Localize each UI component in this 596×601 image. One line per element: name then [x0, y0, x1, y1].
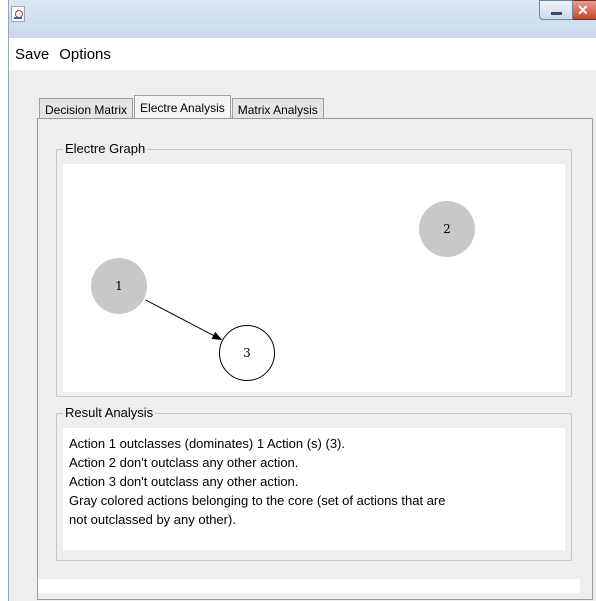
result-line: Action 3 don't outclass any other action… — [69, 474, 299, 489]
close-icon: ✕ — [577, 2, 589, 18]
menu-save[interactable]: Save — [13, 44, 51, 65]
menu-bar: Save Options — [9, 38, 596, 70]
tab-matrix-analysis[interactable]: Matrix Analysis — [231, 98, 324, 120]
menu-options[interactable]: Options — [57, 44, 113, 65]
edge-1-to-3 — [145, 299, 223, 341]
close-button[interactable]: ✕ — [573, 0, 596, 20]
result-line: Action 1 outclasses (dominates) 1 Action… — [69, 436, 346, 451]
result-analysis-group: Result Analysis Action 1 outclasses (dom… — [56, 405, 572, 561]
window-controls: ✕ — [539, 0, 596, 22]
result-analysis-title: Result Analysis — [63, 405, 156, 420]
result-analysis-text[interactable]: Action 1 outclasses (dominates) 1 Action… — [63, 428, 565, 550]
tab-strip: Decision Matrix Electre Analysis Matrix … — [39, 94, 325, 120]
electre-analysis-panel: Electre Graph 1 2 3 Result Analysis Acti… — [37, 118, 593, 600]
graph-node-3[interactable]: 3 — [219, 325, 275, 381]
java-app-icon[interactable] — [11, 6, 25, 22]
minimize-button[interactable] — [539, 0, 573, 20]
graph-node-1[interactable]: 1 — [91, 258, 147, 314]
panel-bottom-strip — [38, 579, 580, 593]
graph-node-2[interactable]: 2 — [419, 201, 475, 257]
title-bar[interactable]: ✕ — [9, 0, 596, 38]
application-window: ✕ Save Options Decision Matrix Electre A… — [8, 0, 596, 601]
electre-graph-title: Electre Graph — [63, 141, 148, 156]
result-line: not outclassed by any other). — [69, 512, 236, 527]
electre-graph-group: Electre Graph 1 2 3 — [56, 141, 572, 397]
electre-graph-canvas[interactable]: 1 2 3 — [63, 164, 565, 392]
tab-decision-matrix[interactable]: Decision Matrix — [39, 98, 134, 120]
main-content: Decision Matrix Electre Analysis Matrix … — [9, 70, 596, 601]
result-line: Action 2 don't outclass any other action… — [69, 455, 299, 470]
tab-electre-analysis[interactable]: Electre Analysis — [134, 95, 231, 120]
result-line: Gray colored actions belonging to the co… — [69, 493, 446, 508]
